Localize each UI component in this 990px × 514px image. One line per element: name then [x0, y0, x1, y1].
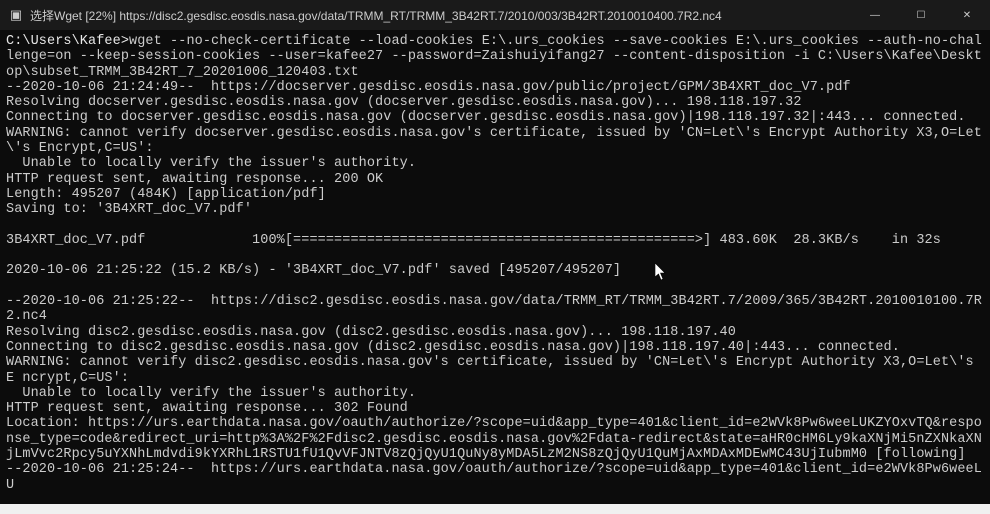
minimize-button[interactable]: — — [852, 0, 898, 30]
output-line: Resolving docserver.gesdisc.eosdis.nasa.… — [6, 95, 802, 110]
output-line: Length: 495207 (484K) [application/pdf] — [6, 187, 326, 202]
output-line: Unable to locally verify the issuer's au… — [6, 156, 416, 171]
command-text: wget --no-check-certificate --load-cooki… — [6, 34, 982, 80]
output-line: HTTP request sent, awaiting response... … — [6, 172, 383, 187]
output-line: 2020-10-06 21:25:22 (15.2 KB/s) - '3B4XR… — [6, 263, 621, 278]
output-line: Connecting to docserver.gesdisc.eosdis.n… — [6, 110, 966, 125]
maximize-button[interactable]: ☐ — [898, 0, 944, 30]
output-line: HTTP request sent, awaiting response... … — [6, 401, 408, 416]
output-line: Resolving disc2.gesdisc.eosdis.nasa.gov … — [6, 325, 736, 340]
output-line: Saving to: '3B4XRT_doc_V7.pdf' — [6, 202, 252, 217]
output-line: Connecting to disc2.gesdisc.eosdis.nasa.… — [6, 340, 900, 355]
output-line: WARNING: cannot verify docserver.gesdisc… — [6, 126, 982, 156]
close-button[interactable]: ✕ — [944, 0, 990, 30]
terminal-output[interactable]: C:\Users\Kafee>wget --no-check-certifica… — [0, 30, 990, 504]
terminal-window: ▣ 选择Wget [22%] https://disc2.gesdisc.eos… — [0, 0, 990, 504]
output-line: --2020-10-06 21:25:24-- https://urs.eart… — [6, 462, 982, 492]
prompt: C:\Users\Kafee> — [6, 34, 129, 49]
window-controls: — ☐ ✕ — [852, 0, 990, 30]
output-line: --2020-10-06 21:25:22-- https://disc2.ge… — [6, 294, 982, 324]
app-icon: ▣ — [8, 7, 24, 23]
window-title: 选择Wget [22%] https://disc2.gesdisc.eosdi… — [30, 7, 722, 24]
title-bar[interactable]: ▣ 选择Wget [22%] https://disc2.gesdisc.eos… — [0, 0, 990, 30]
progress-line: 3B4XRT_doc_V7.pdf 100%[=================… — [6, 233, 941, 248]
output-line: WARNING: cannot verify disc2.gesdisc.eos… — [6, 355, 982, 385]
output-line: Location: https://urs.earthdata.nasa.gov… — [6, 416, 982, 462]
output-line: --2020-10-06 21:24:49-- https://docserve… — [6, 80, 851, 95]
title-bar-left: ▣ 选择Wget [22%] https://disc2.gesdisc.eos… — [8, 7, 722, 24]
output-line: Unable to locally verify the issuer's au… — [6, 386, 416, 401]
